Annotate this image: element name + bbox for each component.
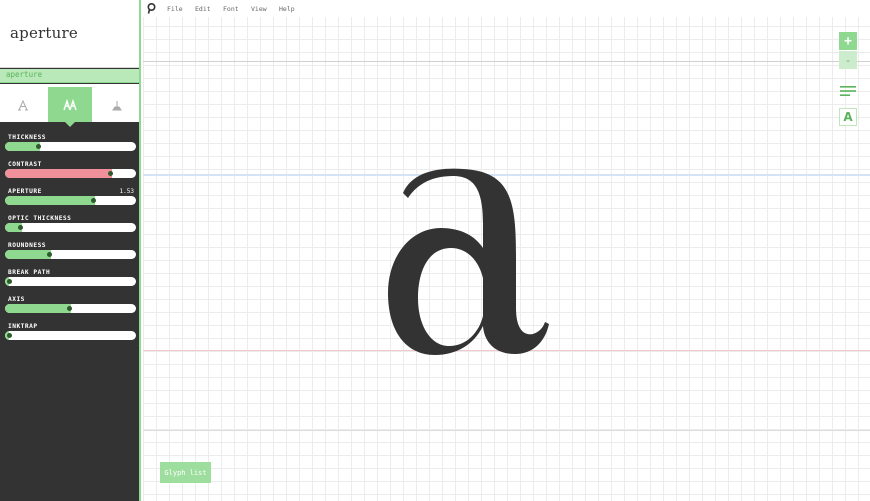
- slider-track[interactable]: [5, 223, 136, 232]
- glyph-list-button[interactable]: Glyph list: [160, 462, 211, 483]
- font-style-icon: [63, 98, 77, 110]
- mode-tabs: [0, 84, 139, 122]
- slider-track[interactable]: [5, 142, 136, 151]
- slider-track[interactable]: [5, 277, 136, 286]
- param-label: THICKNESS: [8, 134, 47, 141]
- param-label: CONTRAST: [8, 161, 42, 168]
- slider-handle[interactable]: [91, 198, 96, 203]
- tab-serif-mode[interactable]: [1, 87, 45, 122]
- serif-letter-icon: [18, 99, 28, 110]
- font-name-label: aperture: [6, 70, 43, 79]
- param-axis: AXIS: [0, 296, 139, 323]
- param-label: APERTURE: [8, 188, 42, 195]
- slider-fill: [5, 142, 40, 151]
- slider-fill: [5, 196, 95, 205]
- menu-file[interactable]: File: [167, 5, 183, 13]
- glyph-a[interactable]: [383, 148, 558, 358]
- slider-handle[interactable]: [7, 333, 12, 338]
- param-label: OPTIC THICKNESS: [8, 215, 72, 222]
- param-aperture: APERTURE 1.53: [0, 188, 139, 215]
- menu-edit[interactable]: Edit: [195, 5, 211, 13]
- font-preview-text: aperture: [10, 24, 78, 42]
- tab-glyph-mode[interactable]: [95, 87, 139, 122]
- hamburger-menu-icon: [840, 86, 856, 96]
- ascender-guide: [143, 61, 870, 62]
- slider-handle[interactable]: [36, 144, 41, 149]
- param-label: BREAK PATH: [8, 269, 51, 276]
- slider-track[interactable]: [5, 331, 136, 340]
- slider-track[interactable]: [5, 169, 136, 178]
- parameters-sidebar: aperture aperture THICKNESS CONTRAST APE…: [0, 0, 141, 501]
- logo-icon[interactable]: [147, 3, 156, 14]
- param-contrast: CONTRAST: [0, 161, 139, 188]
- param-label: ROUNDNESS: [8, 242, 47, 249]
- slider-fill: [5, 169, 112, 178]
- slider-handle[interactable]: [67, 306, 72, 311]
- glyph-canvas[interactable]: File Edit Font View Help + - A Glyph lis…: [143, 0, 870, 501]
- slider-handle[interactable]: [108, 171, 113, 176]
- active-tab-pointer: [64, 121, 76, 127]
- param-optic-thickness: OPTIC THICKNESS: [0, 215, 139, 242]
- font-preview-box: aperture: [0, 0, 139, 68]
- tab-font-style-mode[interactable]: [48, 87, 92, 122]
- param-label: AXIS: [8, 296, 25, 303]
- menu-font[interactable]: Font: [223, 5, 239, 13]
- menu-view[interactable]: View: [251, 5, 267, 13]
- slider-fill: [5, 304, 71, 313]
- slider-handle[interactable]: [47, 252, 52, 257]
- param-label: INKTRAP: [8, 323, 38, 330]
- slider-track[interactable]: [5, 196, 136, 205]
- zoom-in-button[interactable]: +: [839, 32, 857, 50]
- menu-bar: File Edit Font View Help: [143, 0, 870, 17]
- param-break-path: BREAK PATH: [0, 269, 139, 296]
- slider-handle[interactable]: [18, 225, 23, 230]
- param-thickness: THICKNESS: [0, 134, 139, 161]
- descender-guide: [143, 430, 870, 431]
- glyph-shape-icon: [112, 100, 122, 110]
- font-info-button[interactable]: A: [839, 108, 857, 126]
- param-value: 1.53: [119, 188, 134, 195]
- menu-help[interactable]: Help: [279, 5, 295, 13]
- hamburger-menu-button[interactable]: [839, 82, 857, 100]
- param-roundness: ROUNDNESS: [0, 242, 139, 269]
- slider-track[interactable]: [5, 250, 136, 259]
- font-name-bar[interactable]: aperture: [0, 69, 139, 83]
- zoom-out-button[interactable]: -: [839, 51, 857, 69]
- slider-fill: [5, 250, 51, 259]
- slider-handle[interactable]: [7, 279, 12, 284]
- param-inktrap: INKTRAP: [0, 323, 139, 350]
